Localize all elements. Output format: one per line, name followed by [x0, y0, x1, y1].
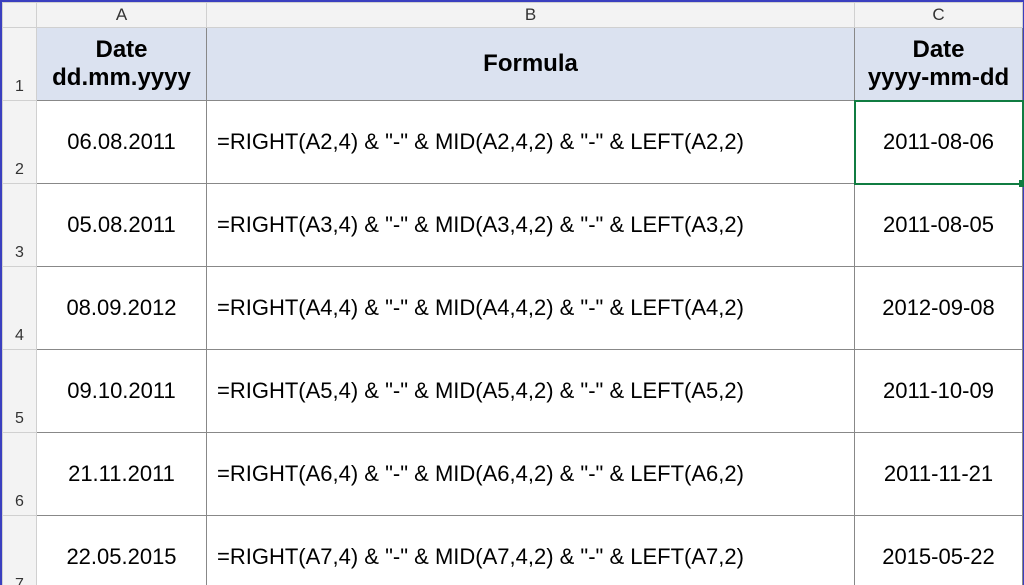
- row-1: 1 Datedd.mm.yyyy Formula Dateyyyy-mm-dd: [3, 28, 1023, 101]
- cell-B4[interactable]: =RIGHT(A4,4) & "-" & MID(A4,4,2) & "-" &…: [207, 267, 855, 350]
- cell-A7[interactable]: 22.05.2015: [37, 516, 207, 585]
- cell-B6[interactable]: =RIGHT(A6,4) & "-" & MID(A6,4,2) & "-" &…: [207, 433, 855, 516]
- cell-B7[interactable]: =RIGHT(A7,4) & "-" & MID(A7,4,2) & "-" &…: [207, 516, 855, 585]
- row-3: 3 05.08.2011 =RIGHT(A3,4) & "-" & MID(A3…: [3, 184, 1023, 267]
- column-header-B[interactable]: B: [207, 3, 855, 28]
- cell-C5[interactable]: 2011-10-09: [855, 350, 1023, 433]
- cell-A5[interactable]: 09.10.2011: [37, 350, 207, 433]
- column-header-row: A B C: [3, 3, 1023, 28]
- cell-C3[interactable]: 2011-08-05: [855, 184, 1023, 267]
- row-header-2[interactable]: 2: [3, 101, 37, 184]
- cell-C1[interactable]: Dateyyyy-mm-dd: [855, 28, 1023, 101]
- cell-B5[interactable]: =RIGHT(A5,4) & "-" & MID(A5,4,2) & "-" &…: [207, 350, 855, 433]
- row-6: 6 21.11.2011 =RIGHT(A6,4) & "-" & MID(A6…: [3, 433, 1023, 516]
- cell-A6[interactable]: 21.11.2011: [37, 433, 207, 516]
- cell-B3[interactable]: =RIGHT(A3,4) & "-" & MID(A3,4,2) & "-" &…: [207, 184, 855, 267]
- row-header-7[interactable]: 7: [3, 516, 37, 585]
- select-all-corner[interactable]: [3, 3, 37, 28]
- row-7: 7 22.05.2015 =RIGHT(A7,4) & "-" & MID(A7…: [3, 516, 1023, 585]
- row-4: 4 08.09.2012 =RIGHT(A4,4) & "-" & MID(A4…: [3, 267, 1023, 350]
- row-header-6[interactable]: 6: [3, 433, 37, 516]
- cell-C7[interactable]: 2015-05-22: [855, 516, 1023, 585]
- cell-C6[interactable]: 2011-11-21: [855, 433, 1023, 516]
- spreadsheet-grid[interactable]: A B C 1 Datedd.mm.yyyy Formula Dateyyyy-…: [2, 2, 1023, 585]
- row-5: 5 09.10.2011 =RIGHT(A5,4) & "-" & MID(A5…: [3, 350, 1023, 433]
- cell-C4[interactable]: 2012-09-08: [855, 267, 1023, 350]
- cell-B2[interactable]: =RIGHT(A2,4) & "-" & MID(A2,4,2) & "-" &…: [207, 101, 855, 184]
- spreadsheet-viewport: A B C 1 Datedd.mm.yyyy Formula Dateyyyy-…: [0, 0, 1024, 585]
- cell-A1[interactable]: Datedd.mm.yyyy: [37, 28, 207, 101]
- cell-B1[interactable]: Formula: [207, 28, 855, 101]
- cell-A4[interactable]: 08.09.2012: [37, 267, 207, 350]
- row-header-5[interactable]: 5: [3, 350, 37, 433]
- column-header-C[interactable]: C: [855, 3, 1023, 28]
- row-2: 2 06.08.2011 =RIGHT(A2,4) & "-" & MID(A2…: [3, 101, 1023, 184]
- cell-A3[interactable]: 05.08.2011: [37, 184, 207, 267]
- cell-C2[interactable]: 2011-08-06: [855, 101, 1023, 184]
- row-header-3[interactable]: 3: [3, 184, 37, 267]
- column-header-A[interactable]: A: [37, 3, 207, 28]
- row-header-1[interactable]: 1: [3, 28, 37, 101]
- cell-A2[interactable]: 06.08.2011: [37, 101, 207, 184]
- row-header-4[interactable]: 4: [3, 267, 37, 350]
